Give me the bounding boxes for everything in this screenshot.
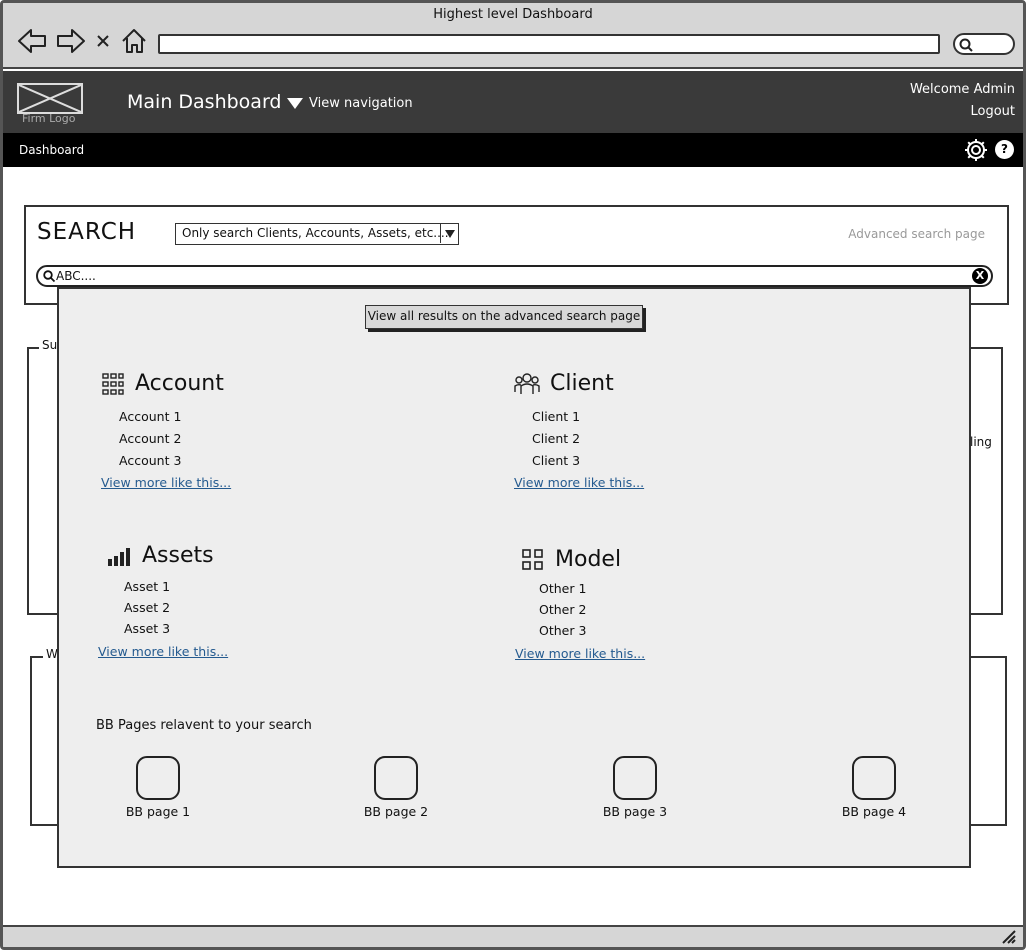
bb-page-label: BB page 2 xyxy=(363,804,429,819)
results-section-assets: Assets Asset 1 Asset 2 Asset 3 View more… xyxy=(98,543,228,660)
bb-page-label: BB page 1 xyxy=(125,804,191,819)
view-more-link[interactable]: View more like this... xyxy=(101,475,231,490)
bb-page-label: BB page 3 xyxy=(602,804,668,819)
results-section-client: Client Client 1 Client 2 Client 3 View m… xyxy=(514,371,644,491)
tiles-icon xyxy=(522,548,543,570)
bar-chart-icon xyxy=(108,547,130,566)
close-x-icon[interactable] xyxy=(93,27,113,55)
view-all-results-button[interactable]: View all results on the advanced search … xyxy=(365,305,643,329)
result-item[interactable]: Account 1 xyxy=(119,406,231,428)
result-item[interactable]: Other 1 xyxy=(539,578,645,599)
page-title: Main Dashboard xyxy=(127,91,282,113)
home-icon[interactable] xyxy=(120,27,150,55)
result-item[interactable]: Asset 3 xyxy=(124,618,228,639)
section-title: Client xyxy=(550,371,614,396)
section-header: Model xyxy=(521,547,645,572)
grid-icon xyxy=(102,372,124,395)
bb-page-4[interactable]: BB page 4 xyxy=(834,756,914,819)
address-bar[interactable] xyxy=(158,34,940,54)
welcome-text: Welcome Admin xyxy=(909,82,1015,97)
logo-placeholder-icon xyxy=(17,83,83,114)
resize-grip-icon[interactable] xyxy=(1001,930,1017,944)
bb-page-thumbnail xyxy=(852,756,896,800)
logout-link[interactable]: Logout xyxy=(970,104,1015,119)
bb-page-1[interactable]: BB page 1 xyxy=(118,756,198,819)
clear-search-button[interactable]: X xyxy=(972,268,988,284)
results-section-account: Account Account 1 Account 2 Account 3 Vi… xyxy=(101,371,231,491)
bb-page-2[interactable]: BB page 2 xyxy=(356,756,436,819)
back-arrow-icon[interactable] xyxy=(17,27,47,55)
breadcrumb-bar: Dashboard ? xyxy=(3,133,1023,167)
results-section-model: Model Other 1 Other 2 Other 3 View more … xyxy=(515,547,645,662)
view-more-link[interactable]: View more like this... xyxy=(514,475,644,490)
result-item[interactable]: Other 3 xyxy=(539,620,645,641)
search-results-dropdown: View all results on the advanced search … xyxy=(57,287,971,868)
group-icon xyxy=(514,372,540,394)
section-header: Account xyxy=(101,371,231,396)
help-icon[interactable]: ? xyxy=(995,140,1014,159)
section-title: Assets xyxy=(142,543,214,568)
window-title: Highest level Dashboard xyxy=(433,7,593,22)
bb-page-label: BB page 4 xyxy=(841,804,907,819)
section-title: Account xyxy=(135,371,224,396)
result-item[interactable]: Asset 2 xyxy=(124,597,228,618)
bb-pages-heading: BB Pages relavent to your search xyxy=(96,718,312,733)
status-bar xyxy=(3,925,1023,947)
gear-icon[interactable] xyxy=(963,137,989,163)
result-item[interactable]: Client 3 xyxy=(532,450,644,472)
search-icon xyxy=(959,38,973,52)
chevron-down-icon[interactable] xyxy=(440,224,458,243)
search-scope-select[interactable]: Only search Clients, Accounts, Assets, e… xyxy=(175,223,459,245)
view-more-link[interactable]: View more like this... xyxy=(98,644,228,659)
app-header: Firm Logo Main Dashboard View navigation… xyxy=(3,71,1023,133)
bb-page-thumbnail xyxy=(136,756,180,800)
breadcrumb-dashboard[interactable]: Dashboard xyxy=(19,143,84,157)
result-item[interactable]: Account 3 xyxy=(119,450,231,472)
result-item[interactable]: Client 2 xyxy=(532,428,644,450)
browser-search-box[interactable] xyxy=(953,33,1015,55)
section-header: Client xyxy=(514,371,644,396)
search-scope-value: Only search Clients, Accounts, Assets, e… xyxy=(182,226,449,240)
bb-page-3[interactable]: BB page 3 xyxy=(595,756,675,819)
bb-page-thumbnail xyxy=(613,756,657,800)
search-query: ABC.... xyxy=(56,269,96,283)
firm-logo[interactable]: Firm Logo xyxy=(17,83,85,127)
background-panel-1-text: ling xyxy=(970,435,992,449)
search-title: SEARCH xyxy=(37,219,137,245)
browser-chrome: Highest level Dashboard xyxy=(3,3,1023,69)
triangle-down-icon xyxy=(287,98,303,109)
advanced-search-link[interactable]: Advanced search page xyxy=(848,227,985,241)
view-more-link[interactable]: View more like this... xyxy=(515,646,645,661)
result-item[interactable]: Asset 1 xyxy=(124,576,228,597)
browser-window: Highest level Dashboard Firm Logo Main D… xyxy=(0,0,1026,950)
logo-text: Firm Logo xyxy=(22,112,76,125)
view-navigation-label: View navigation xyxy=(309,96,413,111)
result-item[interactable]: Client 1 xyxy=(532,406,644,428)
forward-arrow-icon[interactable] xyxy=(56,27,86,55)
search-input[interactable]: ABC.... X xyxy=(36,265,993,287)
search-icon xyxy=(43,270,56,283)
section-title: Model xyxy=(555,547,622,572)
bb-page-thumbnail xyxy=(374,756,418,800)
section-header: Assets xyxy=(106,543,228,568)
result-item[interactable]: Other 2 xyxy=(539,599,645,620)
view-navigation-toggle[interactable]: View navigation xyxy=(287,96,413,111)
result-item[interactable]: Account 2 xyxy=(119,428,231,450)
